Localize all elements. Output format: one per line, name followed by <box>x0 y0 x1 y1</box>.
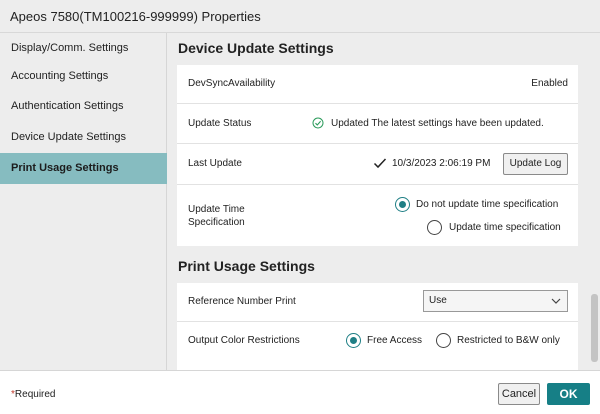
window-title: Apeos 7580(TM100216-999999) Properties <box>10 9 261 24</box>
required-note: *Required <box>11 389 56 400</box>
dev-sync-value: Enabled <box>531 78 568 89</box>
sidebar-item-authentication[interactable]: Authentication Settings <box>0 91 167 122</box>
last-update-value: 10/3/2023 2:06:19 PM <box>392 158 491 169</box>
dev-sync-row: DevSyncAvailability Enabled <box>177 65 578 104</box>
cancel-button[interactable]: Cancel <box>498 383 540 405</box>
time-spec-label-line1: Update Time <box>188 204 245 215</box>
radio-time-spec-label: Update time specification <box>449 222 561 233</box>
footer: *Required Cancel OK <box>0 370 600 414</box>
radio-free-access[interactable] <box>346 333 361 348</box>
last-update-row: Last Update 10/3/2023 2:06:19 PM Update … <box>177 144 578 185</box>
title-bar: Apeos 7580(TM100216-999999) Properties <box>0 0 600 33</box>
required-text: Required <box>14 389 56 400</box>
sidebar: Display/Comm. Settings Accounting Settin… <box>0 33 167 370</box>
sidebar-item-device-update[interactable]: Device Update Settings <box>0 122 167 153</box>
radio-bw-only[interactable] <box>436 333 451 348</box>
check-circle-icon <box>312 117 324 132</box>
color-restriction-label: Output Color Restrictions <box>188 335 300 346</box>
radio-no-time-spec-label: Do not update time specification <box>416 199 559 210</box>
update-log-button[interactable]: Update Log <box>503 153 568 175</box>
update-status-label: Update Status <box>188 118 252 129</box>
sidebar-item-print-usage[interactable]: Print Usage Settings <box>0 153 167 184</box>
print-usage-card: Reference Number Print Use Output Color … <box>177 283 578 370</box>
radio-no-time-spec[interactable] <box>395 197 410 212</box>
sidebar-item-accounting[interactable]: Accounting Settings <box>0 61 167 92</box>
main-panel: Device Update Settings DevSyncAvailabili… <box>167 33 588 370</box>
radio-bw-only-label: Restricted to B&W only <box>457 335 560 346</box>
scrollbar-thumb[interactable] <box>591 294 598 362</box>
radio-time-spec[interactable] <box>427 220 442 235</box>
ref-number-row: Reference Number Print Use <box>177 283 578 322</box>
print-usage-heading: Print Usage Settings <box>178 258 315 274</box>
ref-number-label: Reference Number Print <box>188 296 296 307</box>
dev-sync-label: DevSyncAvailability <box>188 78 276 89</box>
update-status-value: Updated The latest settings have been up… <box>331 118 544 129</box>
ref-number-value: Use <box>429 295 447 306</box>
radio-free-access-label: Free Access <box>367 335 423 346</box>
time-spec-row: Update Time Specification Do not update … <box>177 185 578 246</box>
device-update-card: DevSyncAvailability Enabled Update Statu… <box>177 65 578 246</box>
color-restriction-row: Output Color Restrictions Free Access Re… <box>177 322 578 370</box>
device-update-heading: Device Update Settings <box>178 40 334 56</box>
sidebar-item-display-comm[interactable]: Display/Comm. Settings <box>0 33 167 64</box>
ref-number-select[interactable]: Use <box>423 290 568 312</box>
last-update-label: Last Update <box>188 158 242 169</box>
ok-button[interactable]: OK <box>547 383 590 405</box>
time-spec-label-line2: Specification <box>188 217 245 228</box>
check-icon <box>373 156 387 173</box>
update-status-row: Update Status Updated The latest setting… <box>177 104 578 144</box>
chevron-down-icon <box>551 291 561 319</box>
